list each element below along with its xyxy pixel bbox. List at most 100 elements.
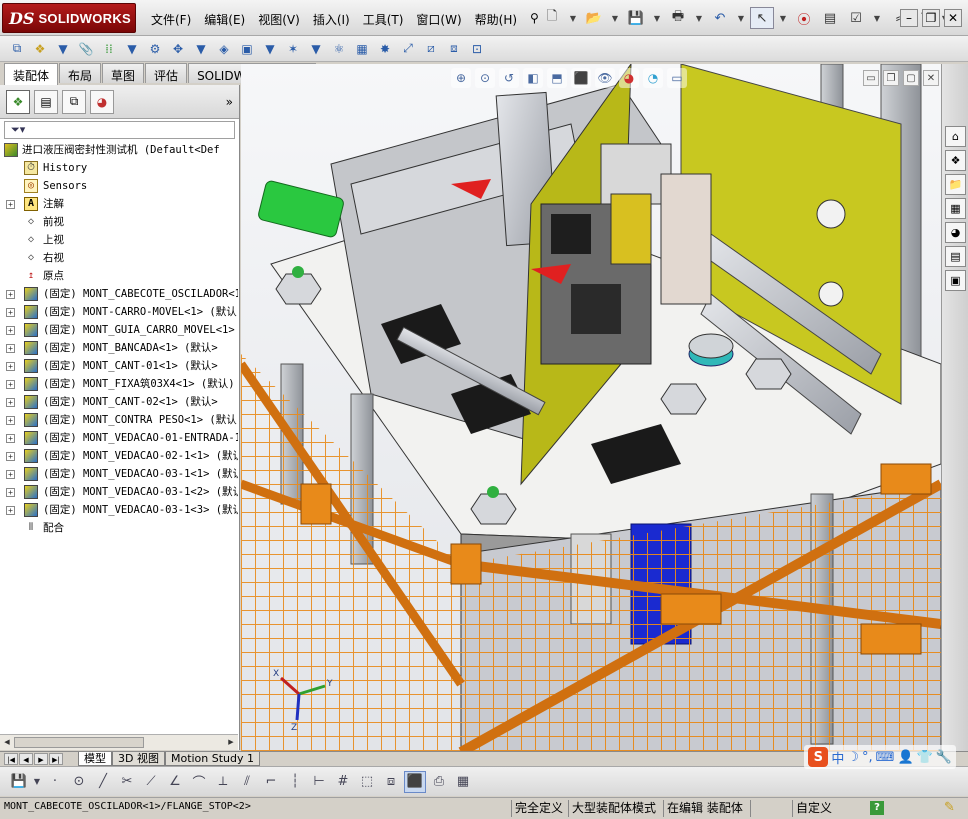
- mirror-icon[interactable]: ⟂: [212, 771, 234, 793]
- tab-assembly[interactable]: 装配体: [4, 63, 59, 85]
- expand-icon[interactable]: +: [6, 506, 15, 515]
- offset-icon[interactable]: ⫽: [236, 771, 258, 793]
- menu-insert[interactable]: 插入(I): [308, 9, 355, 30]
- reference-geometry-icon[interactable]: ✶: [282, 38, 304, 60]
- open-folder-icon[interactable]: 📂: [582, 7, 606, 29]
- hide-show-items-icon[interactable]: 👁: [595, 68, 615, 88]
- zoom-area-icon[interactable]: ⊙: [475, 68, 495, 88]
- new-document-icon[interactable]: 🗋: [540, 7, 564, 29]
- new-motion-study-icon[interactable]: ⚛: [328, 38, 350, 60]
- prev-tab-icon[interactable]: ◀: [19, 753, 33, 765]
- first-tab-icon[interactable]: |◀: [4, 753, 18, 765]
- exploded-view-icon[interactable]: ✸: [374, 38, 396, 60]
- expand-icon[interactable]: +: [6, 452, 15, 461]
- dimension-icon[interactable]: ⊢: [308, 771, 330, 793]
- viewport-close-icon[interactable]: ✕: [923, 70, 939, 86]
- tab-3d-views[interactable]: 3D 视图: [112, 752, 165, 766]
- point-icon[interactable]: ·: [44, 771, 66, 793]
- expand-icon[interactable]: +: [6, 380, 15, 389]
- expand-icon[interactable]: +: [6, 326, 15, 335]
- solidworks-logo[interactable]: DS SOLIDWORKS: [2, 3, 136, 33]
- instant3d-icon[interactable]: ⊡: [466, 38, 488, 60]
- displaymanager-tab-icon[interactable]: ◕: [90, 89, 114, 114]
- tree-item[interactable]: + (固定) MONT_VEDACAO-02-1<1> (默认: [0, 447, 238, 465]
- pencil-icon[interactable]: ✎: [944, 800, 955, 815]
- scroll-right-icon[interactable]: ▶: [225, 737, 237, 748]
- last-tab-icon[interactable]: ▶|: [49, 753, 63, 765]
- expand-icon[interactable]: +: [6, 416, 15, 425]
- corner-rectangle-icon[interactable]: ⌐: [260, 771, 282, 793]
- tree-item[interactable]: ⫴ 配合: [0, 519, 238, 537]
- chevron-down-icon[interactable]: ▼: [32, 771, 42, 793]
- tab-motion-study-1[interactable]: Motion Study 1: [164, 752, 261, 766]
- previous-view-icon[interactable]: ↺: [499, 68, 519, 88]
- camera-icon[interactable]: ⎙: [428, 771, 450, 793]
- tree-item[interactable]: + (固定) MONT_VEDACAO-03-1<3> (默认: [0, 501, 238, 519]
- tree-item[interactable]: + (固定) MONT-CARRO-MOVEL<1> (默认: [0, 303, 238, 321]
- tree-item[interactable]: + (固定) MONT_GUIA_CARRO_MOVEL<1>: [0, 321, 238, 339]
- clearance-verification-icon[interactable]: ⧈: [443, 38, 465, 60]
- view-orientation-icon[interactable]: ⬒: [547, 68, 567, 88]
- mate-clip-icon[interactable]: 📎: [75, 38, 97, 60]
- assembly-features-icon[interactable]: ▣: [236, 38, 258, 60]
- angle-icon[interactable]: ∠: [164, 771, 186, 793]
- file-explorer-icon[interactable]: 📁: [945, 174, 966, 195]
- chevron-down-icon[interactable]: ▼: [692, 7, 706, 29]
- solidworks-forum-icon[interactable]: ▣: [945, 270, 966, 291]
- tree-item[interactable]: + A 注解: [0, 195, 238, 213]
- tree-item[interactable]: + (固定) MONT_VEDACAO-03-1<2> (默认: [0, 483, 238, 501]
- skin-icon[interactable]: 👕: [917, 750, 933, 765]
- chevron-down-icon[interactable]: ▼: [190, 38, 212, 60]
- viewport-minimize-icon[interactable]: ▭: [863, 70, 879, 86]
- punctuation-icon[interactable]: °,: [862, 750, 873, 765]
- ime-language-toggle[interactable]: 中: [831, 748, 844, 767]
- tree-item[interactable]: ◇ 右视: [0, 249, 238, 267]
- print-icon[interactable]: 🖶: [666, 7, 690, 29]
- expand-panel-icon[interactable]: »: [226, 95, 233, 109]
- custom-properties-icon[interactable]: ▤: [945, 246, 966, 267]
- quick-tips-help-icon[interactable]: ?: [870, 801, 884, 815]
- expand-icon[interactable]: +: [6, 470, 15, 479]
- interference-detection-icon[interactable]: ⧄: [420, 38, 442, 60]
- tree-item[interactable]: ◇ 上视: [0, 231, 238, 249]
- chevron-down-icon[interactable]: ▼: [305, 38, 327, 60]
- expand-icon[interactable]: +: [6, 200, 15, 209]
- menu-file[interactable]: 文件(F): [146, 9, 196, 30]
- expand-icon[interactable]: +: [6, 362, 15, 371]
- select-pointer-icon[interactable]: ↖: [750, 7, 774, 29]
- menu-help[interactable]: 帮助(H): [470, 9, 522, 30]
- box-3d-icon[interactable]: ⬚: [356, 771, 378, 793]
- insert-component-icon[interactable]: ⧉: [6, 38, 28, 60]
- graphics-area[interactable]: ⊕ ⊙ ↺ ◧ ⬒ ⬛ 👁 ◕ ◔ ▭ ▭ ❐ ▢ ✕ Y X Z: [241, 64, 941, 752]
- tree-item[interactable]: + (固定) MONT_CABECOTE_OSCILADOR<1: [0, 285, 238, 303]
- tree-item[interactable]: + (固定) MONT_CANT-02<1> (默认>: [0, 393, 238, 411]
- close-icon[interactable]: ✕: [944, 9, 962, 27]
- tab-evaluate[interactable]: 评估: [145, 63, 188, 83]
- rebuild-traffic-light-icon[interactable]: ⦿: [792, 7, 816, 29]
- expand-icon[interactable]: +: [6, 308, 15, 317]
- linear-pattern-icon[interactable]: ⁞⁞: [98, 38, 120, 60]
- chevron-down-icon[interactable]: ▼: [870, 7, 884, 29]
- tree-item[interactable]: ⏱ History: [0, 159, 238, 177]
- table-icon[interactable]: ▦: [452, 771, 474, 793]
- zoom-to-fit-icon[interactable]: ⊕: [451, 68, 471, 88]
- chevron-down-icon[interactable]: ▼: [734, 7, 748, 29]
- next-tab-icon[interactable]: ▶: [34, 753, 48, 765]
- section-view-icon[interactable]: ◧: [523, 68, 543, 88]
- tab-model[interactable]: 模型: [78, 752, 112, 766]
- configurationmanager-tab-icon[interactable]: ⧉: [62, 89, 86, 114]
- bill-of-materials-icon[interactable]: ▦: [351, 38, 373, 60]
- menu-window[interactable]: 窗口(W): [411, 9, 466, 30]
- viewport-restore-icon[interactable]: ❐: [883, 70, 899, 86]
- user-icon[interactable]: 👤: [897, 750, 913, 765]
- tab-layout[interactable]: 布局: [59, 63, 102, 83]
- save-icon[interactable]: 💾: [8, 771, 30, 793]
- file-properties-icon[interactable]: ▤: [818, 7, 842, 29]
- shaded-view-icon[interactable]: ⬛: [404, 770, 426, 793]
- edit-appearance-icon[interactable]: ◕: [619, 68, 639, 88]
- chevron-down-icon[interactable]: ▼: [52, 38, 74, 60]
- view-settings-icon[interactable]: ▭: [667, 68, 687, 88]
- expand-icon[interactable]: +: [6, 488, 15, 497]
- tree-root[interactable]: 进口液压阀密封性测试机 (Default<Def: [0, 141, 238, 159]
- scroll-thumb[interactable]: [14, 737, 144, 748]
